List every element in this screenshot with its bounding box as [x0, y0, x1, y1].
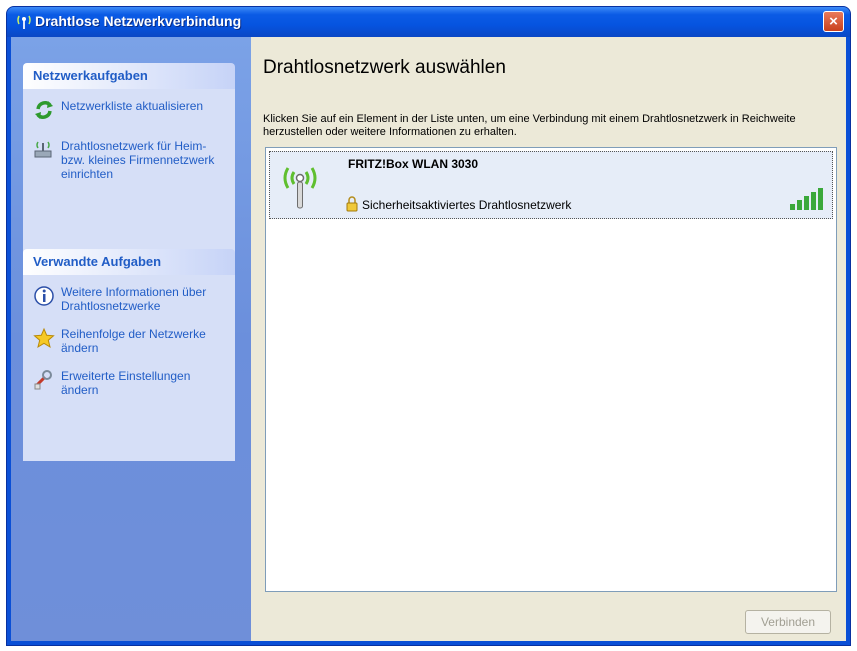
refresh-icon: [35, 101, 53, 119]
task-label: Erweiterte Einstellungen ändern: [61, 369, 191, 397]
advanced-settings-link[interactable]: Erweiterte Einstellungen ändern: [33, 369, 227, 397]
lock-icon: [346, 196, 358, 212]
related-tasks-header[interactable]: Verwandte Aufgaben: [23, 249, 235, 275]
advanced-settings-icon: [34, 370, 52, 390]
task-sidebar: Netzwerkaufgaben Netzwerkliste aktualisi…: [11, 37, 251, 641]
task-label: Reihenfolge der Netzwerke ändern: [61, 327, 206, 355]
connect-button[interactable]: Verbinden: [745, 610, 831, 634]
signal-bar: [804, 196, 809, 210]
network-order-link[interactable]: Reihenfolge der Netzwerke ändern: [33, 327, 227, 355]
related-tasks-panel: Verwandte Aufgaben Weitere Informationen…: [23, 249, 235, 461]
signal-bar: [811, 192, 816, 210]
network-list-item[interactable]: FRITZ!Box WLAN 3030 Sicherheitsaktiviert…: [269, 151, 833, 219]
network-security-status: Sicherheitsaktiviertes Drahtlosnetzwerk: [362, 198, 572, 212]
signal-bar: [818, 188, 823, 210]
signal-bar: [790, 204, 795, 210]
title-bar[interactable]: Drahtlose Netzwerkverbindung ×: [7, 7, 850, 37]
page-title: Drahtlosnetzwerk auswählen: [263, 57, 506, 78]
info-icon: [34, 286, 54, 306]
main-pane: Drahtlosnetzwerk auswählen Klicken Sie a…: [251, 37, 846, 641]
close-button[interactable]: ×: [823, 11, 844, 32]
wireless-antenna-icon: [283, 167, 317, 209]
instructions-text: Klicken Sie auf ein Element in der Liste…: [263, 113, 796, 138]
refresh-network-list-link[interactable]: Netzwerkliste aktualisieren: [33, 99, 227, 121]
window-title: Drahtlose Netzwerkverbindung: [35, 13, 242, 29]
star-icon: [33, 327, 55, 348]
client-area: Netzwerkaufgaben Netzwerkliste aktualisi…: [11, 37, 846, 641]
setup-wireless-network-link[interactable]: Drahtlosnetzwerk für Heim- bzw. kleines …: [33, 139, 227, 181]
network-tasks-header[interactable]: Netzwerkaufgaben: [23, 63, 235, 89]
wireless-info-link[interactable]: Weitere Informationen über Drahtlosnetzw…: [33, 285, 227, 313]
wireless-network-icon: [17, 15, 31, 29]
task-label: Weitere Informationen über Drahtlosnetzw…: [61, 285, 207, 313]
window: Drahtlose Netzwerkverbindung × Netzwerka…: [6, 6, 851, 646]
network-tasks-panel: Netzwerkaufgaben Netzwerkliste aktualisi…: [23, 63, 235, 255]
signal-bar: [797, 200, 802, 210]
task-label: Drahtlosnetzwerk für Heim- bzw. kleines …: [61, 139, 215, 181]
task-label: Netzwerkliste aktualisieren: [61, 99, 204, 113]
network-name: FRITZ!Box WLAN 3030: [348, 157, 479, 171]
network-list[interactable]: FRITZ!Box WLAN 3030 Sicherheitsaktiviert…: [265, 147, 837, 592]
signal-strength-icon: [790, 188, 823, 210]
wireless-setup-icon: [34, 141, 52, 158]
